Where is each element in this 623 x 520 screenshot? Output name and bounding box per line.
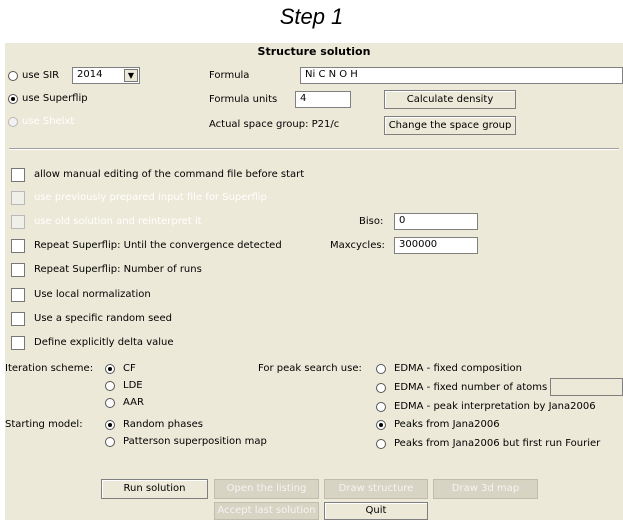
calculate-density-button[interactable]: Calculate density xyxy=(384,90,516,109)
maxcycles-label: Maxcycles: xyxy=(330,240,385,251)
accept-last-solution-button[interactable]: Accept last solution xyxy=(214,502,319,520)
iteration-lde-radio[interactable] xyxy=(105,381,115,391)
peaks-jana-fourier-radio[interactable] xyxy=(376,439,386,449)
biso-label: Biso: xyxy=(359,216,384,227)
prepared-input-checkbox[interactable] xyxy=(11,191,25,205)
repeat-number-of-runs-label: Repeat Superflip: Number of runs xyxy=(34,264,202,275)
patterson-label: Patterson superposition map xyxy=(123,436,267,447)
use-shelxt-radio[interactable] xyxy=(8,117,18,127)
dialog-title: Structure solution xyxy=(257,45,371,58)
old-solution-label: use old solution and reinterpret it xyxy=(34,216,202,227)
repeat-number-of-runs-checkbox[interactable] xyxy=(11,263,25,277)
edma-fixed-composition-radio[interactable] xyxy=(376,364,386,374)
use-superflip-label: use Superflip xyxy=(22,93,88,104)
manual-edit-label: allow manual editing of the command file… xyxy=(34,169,305,180)
local-normalization-label: Use local normalization xyxy=(34,289,151,300)
iteration-aar-label: AAR xyxy=(123,397,144,408)
run-solution-button[interactable]: Run solution xyxy=(101,479,208,499)
formula-input[interactable]: Ni C N O H xyxy=(300,67,623,84)
iteration-cf-label: CF xyxy=(123,363,136,374)
iteration-lde-label: LDE xyxy=(123,380,143,391)
manual-edit-checkbox[interactable] xyxy=(11,168,25,182)
edma-fixed-composition-label: EDMA - fixed composition xyxy=(394,363,523,374)
quit-button[interactable]: Quit xyxy=(324,502,428,520)
use-sir-radio[interactable] xyxy=(8,71,18,81)
iteration-scheme-label: Iteration scheme: xyxy=(5,363,94,374)
number-of-atoms-input[interactable] xyxy=(550,378,623,396)
repeat-until-convergence-label: Repeat Superflip: Until the convergence … xyxy=(34,240,282,251)
iteration-aar-radio[interactable] xyxy=(105,398,115,408)
space-group-label: Actual space group: P21/c xyxy=(209,119,340,130)
biso-input[interactable]: 0 xyxy=(394,213,478,230)
formula-units-label: Formula units xyxy=(209,94,278,105)
random-phases-radio[interactable] xyxy=(105,420,115,430)
use-superflip-radio[interactable] xyxy=(8,94,18,104)
peak-search-label: For peak search use: xyxy=(258,363,362,374)
repeat-until-convergence-checkbox[interactable] xyxy=(11,239,25,253)
old-solution-checkbox[interactable] xyxy=(11,215,25,229)
local-normalization-checkbox[interactable] xyxy=(11,288,25,302)
edma-fixed-atoms-label: EDMA - fixed number of atoms xyxy=(394,382,548,393)
separator xyxy=(9,148,619,150)
sir-version-value: 2014 xyxy=(77,69,103,80)
draw-structure-button[interactable]: Draw structure xyxy=(324,479,428,499)
change-space-group-button[interactable]: Change the space group xyxy=(384,116,516,135)
structure-solution-dialog: Structure solution use SIR 2014 ▼ use Su… xyxy=(5,43,623,520)
random-seed-checkbox[interactable] xyxy=(11,312,25,326)
edma-peak-interpretation-label: EDMA - peak interpretation by Jana2006 xyxy=(394,401,596,412)
delta-value-label: Define explicitly delta value xyxy=(34,337,174,348)
formula-units-input[interactable]: 4 xyxy=(295,91,351,108)
use-shelxt-label: use Shelxt xyxy=(22,116,75,127)
starting-model-label: Starting model: xyxy=(5,419,83,430)
sir-version-select[interactable]: 2014 ▼ xyxy=(72,67,140,84)
random-phases-label: Random phases xyxy=(123,419,203,430)
peaks-jana-fourier-label: Peaks from Jana2006 but first run Fourie… xyxy=(394,438,601,449)
step-heading: Step 1 xyxy=(279,4,344,29)
use-sir-label: use SIR xyxy=(22,70,60,81)
open-listing-button[interactable]: Open the listing xyxy=(214,479,319,499)
formula-label: Formula xyxy=(209,70,250,81)
delta-value-checkbox[interactable] xyxy=(11,336,25,350)
peaks-jana-radio[interactable] xyxy=(376,420,386,430)
draw-3d-map-button[interactable]: Draw 3d map xyxy=(433,479,538,499)
chevron-down-icon[interactable]: ▼ xyxy=(124,69,138,82)
edma-fixed-atoms-radio[interactable] xyxy=(376,383,386,393)
patterson-radio[interactable] xyxy=(105,437,115,447)
prepared-input-label: use previously prepared input file for S… xyxy=(34,192,267,203)
edma-peak-interpretation-radio[interactable] xyxy=(376,402,386,412)
maxcycles-input[interactable]: 300000 xyxy=(394,237,478,254)
iteration-cf-radio[interactable] xyxy=(105,364,115,374)
random-seed-label: Use a specific random seed xyxy=(34,313,172,324)
peaks-jana-label: Peaks from Jana2006 xyxy=(394,419,500,430)
